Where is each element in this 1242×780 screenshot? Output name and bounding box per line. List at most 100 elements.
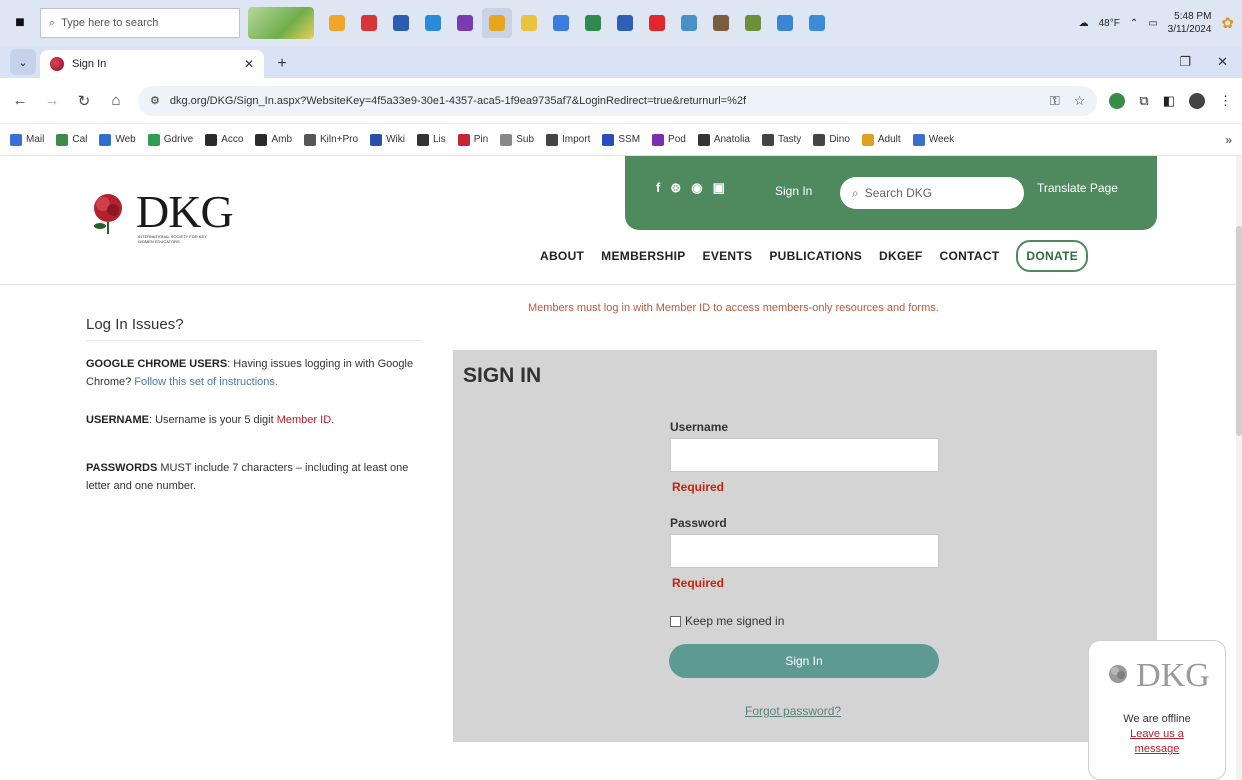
donate-button[interactable]: DONATE [1016,240,1088,272]
nav-membership[interactable]: MEMBERSHIP [601,249,685,263]
restore-icon[interactable]: ❐ [1179,54,1191,70]
bookmark-item[interactable]: Anatolia [697,133,750,146]
forward-icon[interactable]: → [42,92,62,109]
bookmark-item[interactable]: Kiln+Pro [304,133,358,146]
leave-message-link[interactable]: Leave us a message [1117,727,1197,757]
back-icon[interactable]: ← [10,92,30,109]
chevron-up-icon[interactable]: ⌃ [1130,18,1138,29]
taskbar-app-edge[interactable] [418,8,448,38]
password-field[interactable] [670,534,939,568]
dkg-logo[interactable]: DKG INTERNATIONAL SOCIETY FOR KEY WOMEN … [86,188,234,244]
taskbar-app-tv[interactable] [354,8,384,38]
reload-icon[interactable]: ↻ [74,92,94,110]
weather-temp[interactable]: 48°F [1099,18,1120,29]
close-window-icon[interactable]: ✕ [1217,54,1228,70]
taskbar-app-file-explorer[interactable] [514,8,544,38]
bookmark-item[interactable]: Pod [652,133,686,146]
key-icon[interactable]: ⚿ [1050,93,1060,109]
chrome-instructions-link[interactable]: Follow this set of instructions. [134,376,278,388]
bookmark-label: Lis [432,134,446,145]
bookmark-item[interactable]: SSM [602,133,640,146]
bookmarks-more-icon[interactable]: » [1225,133,1232,147]
bookmark-item[interactable]: Gdrive [147,133,193,146]
profile-avatar-icon[interactable] [1189,92,1205,109]
header-sign-in-link[interactable]: Sign In [775,184,812,198]
new-tab-button[interactable]: + [268,50,296,78]
member-id-link[interactable]: Member ID [277,414,331,426]
taskbar-app-onenote[interactable] [450,8,480,38]
keep-signed-in-checkbox[interactable] [670,615,681,627]
username-field[interactable] [670,438,939,472]
bookmark-item[interactable]: Import [546,133,590,146]
bookmark-item[interactable]: Web [99,133,136,146]
translate-page-link[interactable]: Translate Page [1037,181,1118,195]
bookmark-item[interactable]: Amb [255,133,292,146]
site-info-icon[interactable]: ⚙ [150,94,160,107]
taskbar-app-chrome[interactable] [482,8,512,38]
bookmark-item[interactable]: Cal [56,133,87,146]
instagram-icon[interactable]: ◉ [691,180,702,196]
scrollbar[interactable] [1236,156,1242,780]
home-icon[interactable]: ⌂ [106,92,126,109]
bookmark-favicon-icon [370,133,383,146]
address-bar[interactable]: ⚙ dkg.org/DKG/Sign_In.aspx?WebsiteKey=4f… [138,85,1098,116]
pinterest-icon[interactable]: ⊛ [670,180,681,196]
copilot-icon[interactable]: ✿ [1221,14,1234,32]
nav-publications[interactable]: PUBLICATIONS [769,249,862,263]
taskbar-app-charts[interactable] [738,8,768,38]
bookmark-item[interactable]: Wiki [370,133,405,146]
bookmark-item[interactable]: Dino [813,133,850,146]
chat-widget[interactable]: DKG We are offline Leave us a message [1088,640,1226,780]
bookmark-item[interactable]: Pin [457,133,488,146]
bookmark-item[interactable]: Tasty [761,133,801,146]
bookmark-label: Adult [877,134,901,145]
bookmark-item[interactable]: Mail [10,133,44,146]
scrollbar-thumb[interactable] [1236,226,1242,436]
windows-start-icon[interactable]: ■ [0,0,40,46]
taskbar-app-library[interactable] [706,8,736,38]
taskbar-app-youtube[interactable] [642,8,672,38]
taskbar-search-box[interactable]: ⌕ Type here to search [40,8,240,38]
keep-signed-in-label[interactable]: Keep me signed in [685,614,784,628]
close-icon[interactable]: ✕ [244,57,254,71]
url-text[interactable]: dkg.org/DKG/Sign_In.aspx?WebsiteKey=4f5a… [170,95,1040,107]
sign-in-button[interactable]: Sign In [669,644,939,678]
star-icon[interactable]: ☆ [1074,93,1086,109]
nav-about[interactable]: ABOUT [540,249,584,263]
news-widget-image[interactable] [248,7,314,39]
taskbar-app-chrome-profile[interactable] [546,8,576,38]
site-search-input[interactable]: ⌕ Search DKG [840,177,1024,209]
bookmark-item[interactable]: Lis [416,133,446,146]
taskbar-app-paint[interactable] [770,8,800,38]
nav-contact[interactable]: CONTACT [940,249,1000,263]
menu-icon[interactable]: ⋮ [1219,93,1232,109]
youtube-icon [649,15,665,31]
bookmark-item[interactable]: Week [912,133,954,146]
nav-events[interactable]: EVENTS [703,249,753,263]
taskbar-app-chrome-canary[interactable] [322,8,352,38]
members-notice: Members must log in with Member ID to ac… [528,302,939,314]
taskbar-app-photos[interactable] [674,8,704,38]
forgot-password-link[interactable]: Forgot password? [745,704,841,718]
taskbar-app-store[interactable] [386,8,416,38]
taskbar-app-excel[interactable] [578,8,608,38]
keep-signed-in[interactable]: Keep me signed in [670,614,784,628]
tab-search-icon[interactable]: ⌄ [10,49,36,75]
youtube-icon[interactable]: ▣ [713,180,725,196]
clock[interactable]: 5:48 PM 3/11/2024 [1168,10,1212,36]
facebook-icon[interactable]: f [656,180,660,196]
taskbar-app-settings[interactable] [802,8,832,38]
bookmark-item[interactable]: Adult [861,133,901,146]
bookmark-item[interactable]: Acco [205,133,243,146]
weather-icon[interactable]: ☁ [1079,18,1089,29]
bookmark-favicon-icon [416,133,429,146]
puzzle-icon[interactable]: ⧉ [1139,93,1148,109]
taskbar-app-word[interactable] [610,8,640,38]
site-search-placeholder: Search DKG [864,186,933,200]
nav-dkgef[interactable]: DKGEF [879,249,923,263]
bookmark-item[interactable]: Sub [500,133,534,146]
tab-sign-in[interactable]: Sign In ✕ [40,50,264,78]
network-icon[interactable]: ▭ [1148,18,1157,29]
sidebar-icon[interactable]: ◧ [1163,93,1175,109]
extension-green-icon[interactable] [1109,92,1126,109]
